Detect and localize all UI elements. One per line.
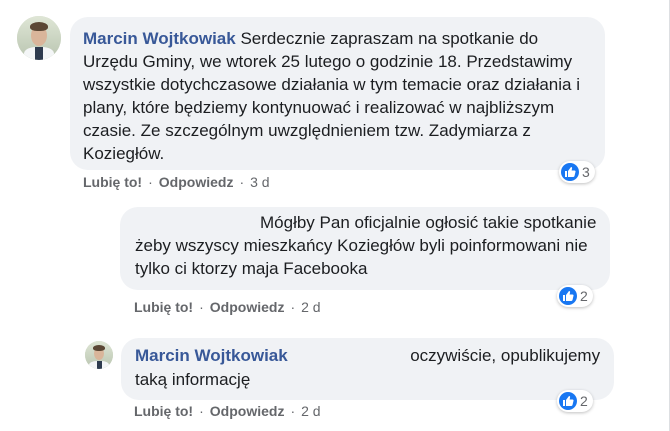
comment-author[interactable]: Marcin Wojtkowiak bbox=[83, 29, 236, 48]
redacted-mention bbox=[292, 345, 406, 368]
like-button[interactable]: Lubię to! bbox=[134, 299, 193, 315]
like-icon bbox=[561, 163, 579, 181]
reaction-count: 3 bbox=[582, 164, 590, 180]
comment-bubble: Marcin Wojtkowiak Serdecznie zapraszam n… bbox=[70, 17, 605, 170]
reply-button[interactable]: Odpowiedz bbox=[210, 299, 285, 315]
reaction-count: 2 bbox=[580, 393, 588, 409]
comment-bubble: Marcin Wojtkowiak oczywiście, opublikuje… bbox=[121, 338, 614, 400]
comment-actions: Lubię to! · Odpowiedz · 2 d bbox=[134, 403, 321, 419]
separator: · bbox=[148, 174, 153, 190]
comment-timestamp[interactable]: 2 d bbox=[301, 299, 320, 315]
reaction-count-badge[interactable]: 2 bbox=[557, 390, 593, 412]
reply-button[interactable]: Odpowiedz bbox=[210, 403, 285, 419]
like-icon bbox=[559, 287, 577, 305]
avatar[interactable] bbox=[17, 16, 61, 60]
separator: · bbox=[290, 403, 296, 419]
comment-timestamp[interactable]: 2 d bbox=[301, 403, 320, 419]
like-button[interactable]: Lubię to! bbox=[134, 403, 193, 419]
comment-text: Serdecznie zapraszam na spotkanie do Urz… bbox=[83, 29, 580, 163]
reaction-count-badge[interactable]: 2 bbox=[557, 285, 593, 307]
separator: · bbox=[199, 299, 204, 315]
comment-bubble: Mógłby Pan oficjalnie ogłosić takie spot… bbox=[120, 207, 610, 290]
comment-author[interactable]: Marcin Wojtkowiak bbox=[135, 346, 288, 365]
reaction-count: 2 bbox=[580, 288, 588, 304]
comment-actions: Lubię to! · Odpowiedz · 3 d bbox=[83, 174, 270, 190]
reply-button[interactable]: Odpowiedz bbox=[159, 174, 234, 190]
separator: · bbox=[239, 174, 245, 190]
like-icon bbox=[559, 392, 577, 410]
comment-timestamp[interactable]: 3 d bbox=[250, 174, 269, 190]
separator: · bbox=[290, 299, 296, 315]
like-button[interactable]: Lubię to! bbox=[83, 174, 142, 190]
comment-text: Mógłby Pan oficjalnie ogłosić takie spot… bbox=[135, 213, 597, 278]
reaction-count-badge[interactable]: 3 bbox=[559, 161, 595, 183]
separator: · bbox=[199, 403, 204, 419]
comment-actions: Lubię to! · Odpowiedz · 2 d bbox=[134, 299, 321, 315]
avatar[interactable] bbox=[85, 341, 113, 369]
